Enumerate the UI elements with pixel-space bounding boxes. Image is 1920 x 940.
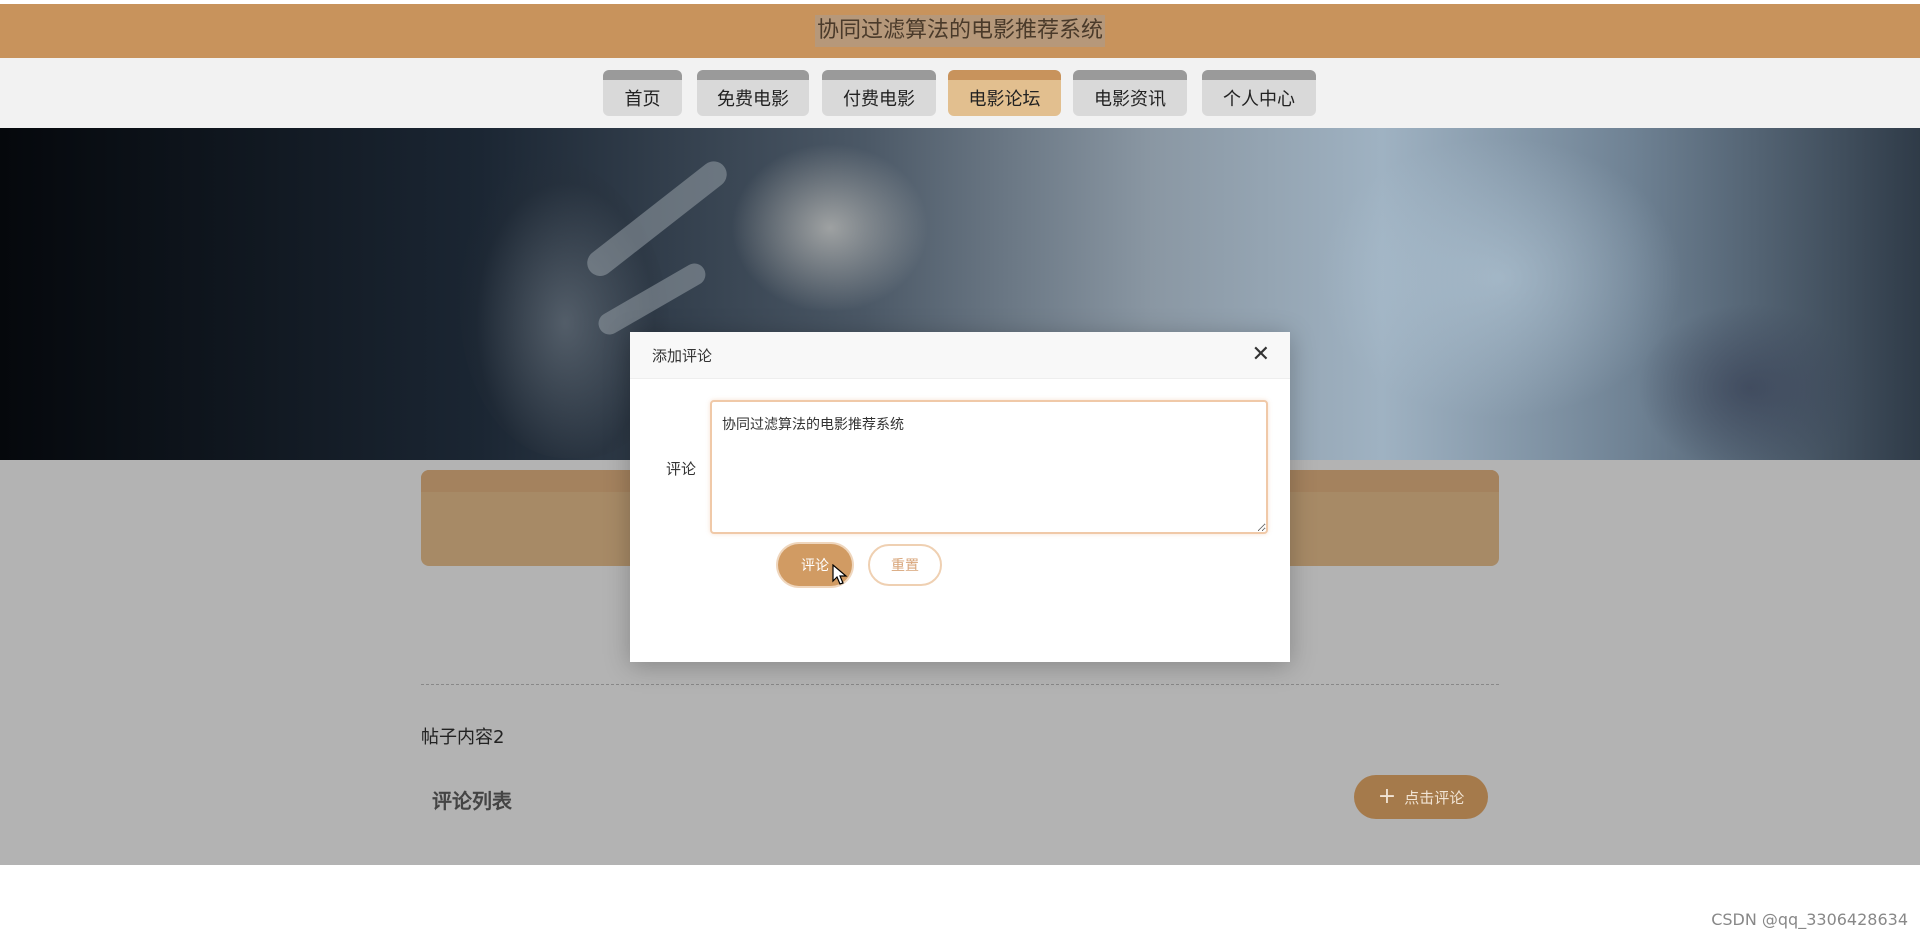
divider — [421, 684, 1499, 685]
nav-item-paid-movies[interactable]: 付费电影 — [822, 70, 936, 116]
main-nav: 首页 免费电影 付费电影 电影论坛 电影资讯 个人中心 — [0, 58, 1920, 128]
watermark: CSDN @qq_3306428634 — [1711, 910, 1908, 929]
plus-icon: + — [1377, 784, 1397, 809]
nav-item-movie-news[interactable]: 电影资讯 — [1073, 70, 1187, 116]
post-content: 帖子内容2 — [421, 727, 505, 748]
comment-label: 评论 — [666, 460, 697, 478]
add-comment-label: 点击评论 — [1404, 788, 1465, 807]
site-title: 协同过滤算法的电影推荐系统 — [814, 15, 1105, 47]
close-icon[interactable]: ✕ — [1252, 344, 1270, 366]
dialog-title: 添加评论 — [652, 346, 713, 365]
title-bar: 协同过滤算法的电影推荐系统 — [0, 4, 1920, 58]
reset-button[interactable]: 重置 — [868, 544, 942, 586]
nav-item-home[interactable]: 首页 — [603, 70, 682, 116]
mouse-cursor-icon — [832, 564, 848, 585]
add-comment-button[interactable]: + 点击评论 — [1354, 775, 1488, 819]
add-comment-dialog: 添加评论 ✕ 评论 协同过滤算法的电影推荐系统 评论 重置 — [630, 332, 1290, 662]
dialog-header: 添加评论 ✕ — [630, 332, 1290, 379]
nav-item-movie-forum[interactable]: 电影论坛 — [948, 70, 1061, 116]
nav-item-free-movies[interactable]: 免费电影 — [697, 70, 809, 116]
nav-item-personal-center[interactable]: 个人中心 — [1202, 70, 1316, 116]
comment-textarea[interactable]: 协同过滤算法的电影推荐系统 — [710, 400, 1268, 534]
comments-title: 评论列表 — [432, 789, 512, 813]
